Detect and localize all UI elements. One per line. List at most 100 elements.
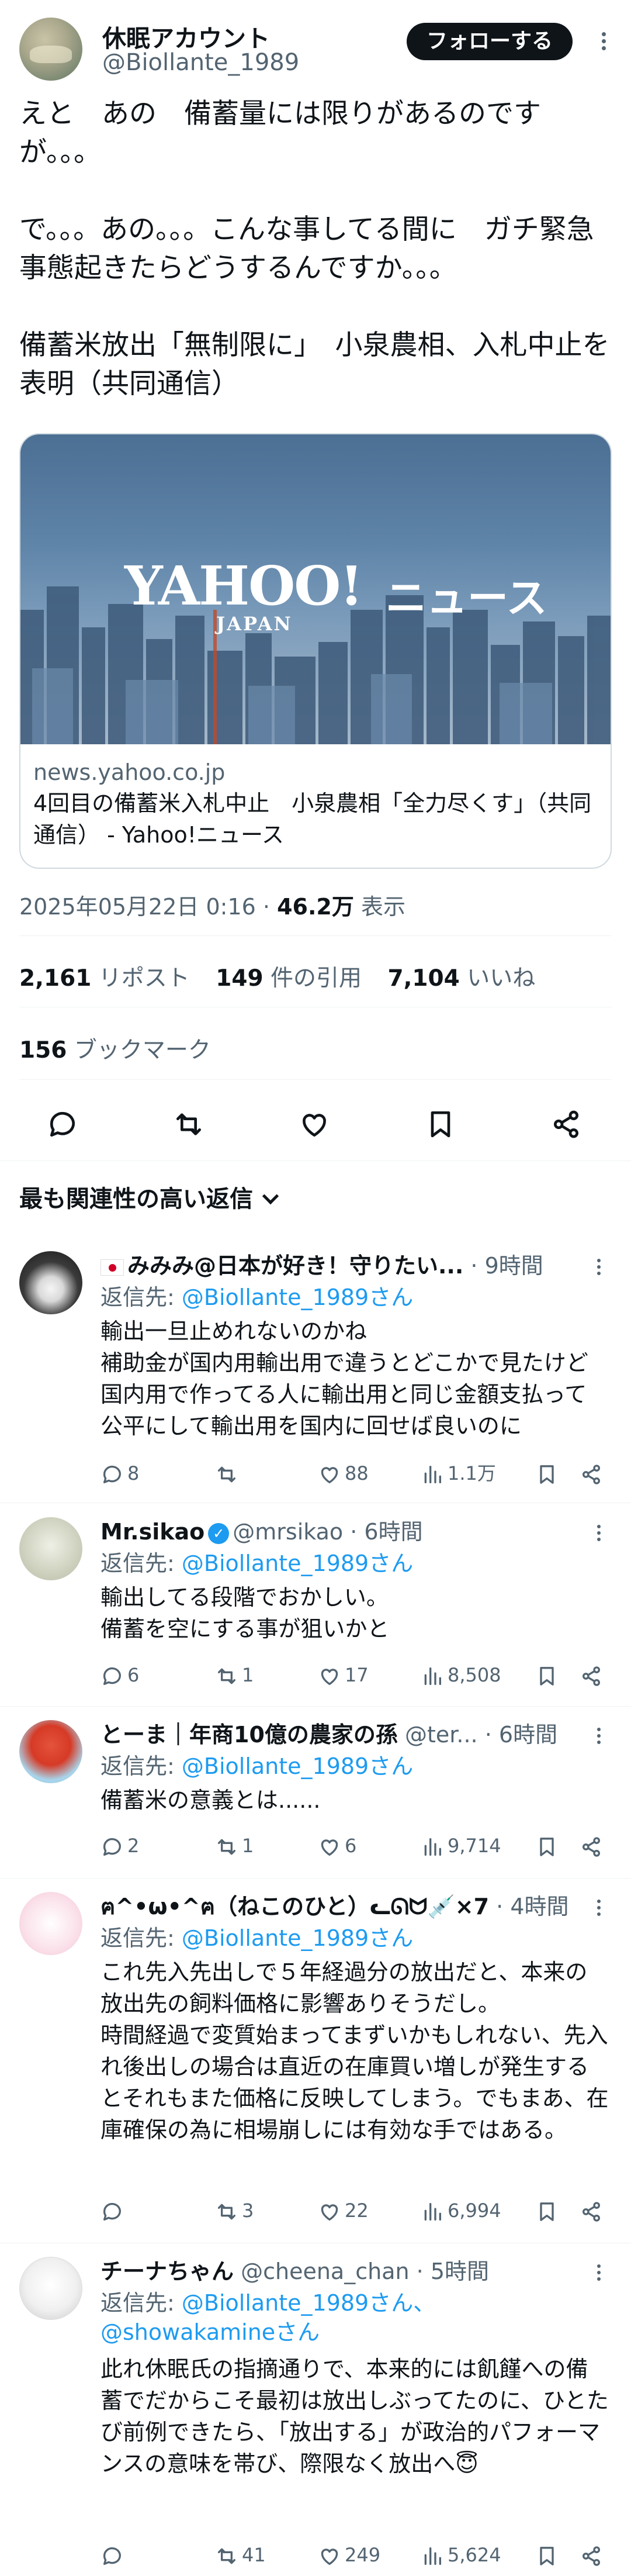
like-icon[interactable] <box>294 1104 335 1145</box>
reply-author-name[interactable]: チーナちゃん <box>100 2259 234 2284</box>
reply-time[interactable]: · 4時間 <box>496 1894 568 1919</box>
views-button[interactable]: 6,994 <box>421 2196 501 2225</box>
like-button[interactable]: 88 <box>318 1459 369 1488</box>
reply-count: 6 <box>127 1664 140 1686</box>
reply-author-name[interactable]: ฅ^•ω•^ฅ（ねこのひと）ᓚᘏᗢ💉×7 <box>100 1894 489 1919</box>
share-icon[interactable] <box>580 1459 606 1488</box>
reply-author-handle[interactable]: @cheena_chan <box>241 2259 409 2284</box>
more-icon[interactable] <box>590 1256 608 1285</box>
repost-count: 1 <box>242 1835 254 1857</box>
reply-item[interactable]: チーナちゃん @cheena_chan · 5時間 返信先: @Biollant… <box>0 2257 631 2572</box>
reply-item[interactable]: Mr.sikao ✓ @mrsikao · 6時間 返信先: @Biollante_… <box>0 1517 631 1693</box>
reply-to-mention[interactable]: @Biollante_1989さん <box>182 1925 413 1951</box>
repost-icon <box>218 2204 235 2220</box>
avatar[interactable] <box>19 18 82 81</box>
reply-author-handle[interactable]: @mrsikao <box>233 1519 343 1545</box>
reply-time[interactable]: · 6時間 <box>485 1722 557 1748</box>
reply-count-button[interactable] <box>100 2196 127 2225</box>
author-display-name[interactable]: 休眠アカウント <box>102 19 270 54</box>
views-button[interactable]: 1.1万 <box>421 1459 496 1488</box>
reply-count-button[interactable]: 6 <box>100 1660 139 1690</box>
reply-icon[interactable] <box>42 1104 83 1145</box>
more-icon[interactable] <box>590 1522 608 1551</box>
bookmark-icon[interactable] <box>535 1660 562 1690</box>
divider <box>0 1706 631 1707</box>
like-button[interactable]: 6 <box>318 1831 356 1860</box>
reply-avatar[interactable] <box>19 2257 82 2320</box>
reply-icon <box>103 1465 121 1483</box>
repost-button[interactable] <box>215 1459 242 1488</box>
views-button[interactable]: 8,508 <box>421 1660 501 1690</box>
reply-avatar[interactable] <box>19 1720 82 1783</box>
more-icon[interactable] <box>590 2261 608 2291</box>
like-icon <box>321 1669 338 1685</box>
share-icon[interactable] <box>580 2540 606 2570</box>
more-icon[interactable] <box>590 1897 608 1926</box>
repost-button[interactable]: 3 <box>215 2196 254 2225</box>
replies-sort-label: 最も関連性の高い返信 <box>19 1186 253 1213</box>
repost-icon <box>218 2548 235 2564</box>
reply-time-text: 5時間 <box>430 2259 490 2284</box>
reposts-stat[interactable]: 2,161 リポスト <box>19 965 190 992</box>
repost-button[interactable]: 1 <box>215 1831 254 1860</box>
reply-count-button[interactable]: 2 <box>100 1831 139 1860</box>
author-handle[interactable]: @Biollante_1989 <box>102 49 299 76</box>
views-button[interactable]: 5,624 <box>421 2540 501 2570</box>
reply-author-handle[interactable]: @ter... <box>405 1722 478 1748</box>
follow-button[interactable]: フォローする <box>407 23 573 60</box>
bookmarks-stat[interactable]: 156 ブックマーク <box>19 1032 211 1065</box>
repost-button[interactable]: 41 <box>215 2540 266 2570</box>
reply-author-name[interactable]: とーま｜年商10億の農家の孫 <box>100 1722 398 1748</box>
bookmark-icon[interactable] <box>535 2540 562 2570</box>
like-button[interactable]: 17 <box>318 1660 369 1690</box>
reply-count-button[interactable] <box>100 2540 127 2570</box>
more-icon[interactable] <box>590 1725 608 1754</box>
reply-to-mention[interactable]: @Biollante_1989さん <box>182 1551 413 1576</box>
timestamp-text[interactable]: 2025年05月22日 0:16 <box>19 894 256 920</box>
share-icon[interactable] <box>546 1104 587 1145</box>
reply-item[interactable]: とーま｜年商10億の農家の孫 @ter... · 6時間 返信先: @Bioll… <box>0 1720 631 1872</box>
bookmark-icon[interactable] <box>535 1459 562 1488</box>
reply-time[interactable]: · 9時間 <box>470 1253 543 1279</box>
repost-count: 41 <box>242 2544 266 2566</box>
divider <box>0 1878 631 1879</box>
reply-author-name[interactable]: みみみ@日本が好き！守りたい... <box>127 1253 463 1279</box>
share-icon[interactable] <box>580 2196 606 2225</box>
reply-item[interactable]: みみみ@日本が好き！守りたい... · 9時間 返信先: @Biollante_… <box>0 1251 631 1497</box>
repost-icon[interactable] <box>168 1104 209 1145</box>
likes-stat[interactable]: 7,104 いいね <box>387 965 535 992</box>
quotes-count: 149 <box>216 965 264 992</box>
reply-avatar[interactable] <box>19 1251 82 1314</box>
link-card[interactable]: YAHOO! JAPAN ニュース news.yahoo.co.jp 4回目の備… <box>19 433 612 869</box>
reply-author-name[interactable]: Mr.sikao <box>100 1519 204 1545</box>
repost-button[interactable]: 1 <box>215 1660 254 1690</box>
japan-flag-icon <box>100 1259 124 1276</box>
repost-count: 1 <box>242 1664 254 1686</box>
views-icon <box>424 1667 441 1685</box>
like-button[interactable]: 249 <box>318 2540 380 2570</box>
bookmark-icon[interactable] <box>535 2196 562 2225</box>
reply-count-button[interactable]: 8 <box>100 1459 139 1488</box>
reply-header: チーナちゃん @cheena_chan · 5時間 <box>100 2257 591 2286</box>
verified-badge-icon: ✓ <box>208 1522 230 1544</box>
reply-to-mention[interactable]: @Biollante_1989さん <box>182 1753 413 1779</box>
bookmark-icon[interactable] <box>420 1104 461 1145</box>
views-button[interactable]: 9,714 <box>421 1831 501 1860</box>
share-icon[interactable] <box>580 1660 606 1690</box>
reply-item[interactable]: ฅ^•ω•^ฅ（ねこのひと）ᓚᘏᗢ💉×7 · 4時間 返信先: @Biollan… <box>0 1892 631 2231</box>
reply-avatar[interactable] <box>19 1517 82 1580</box>
chevron-down-icon <box>262 1187 279 1205</box>
like-icon <box>321 2204 338 2221</box>
more-icon[interactable] <box>595 29 612 58</box>
reply-header: とーま｜年商10億の農家の孫 @ter... · 6時間 <box>100 1720 591 1749</box>
reply-avatar[interactable] <box>19 1892 82 1955</box>
bookmark-icon[interactable] <box>535 1831 562 1860</box>
replies-sort-dropdown[interactable]: 最も関連性の高い返信 <box>19 1180 279 1214</box>
reply-text: 輸出してる段階でおかしい。 備蓄を空にする事が狙いかと <box>100 1584 390 1642</box>
reply-time[interactable]: · 6時間 <box>350 1519 422 1545</box>
quotes-stat[interactable]: 149 件の引用 <box>216 965 362 992</box>
like-button[interactable]: 22 <box>318 2196 369 2225</box>
reply-to-mention[interactable]: @Biollante_1989さん <box>182 1284 413 1310</box>
share-icon[interactable] <box>580 1831 606 1860</box>
reply-time[interactable]: · 5時間 <box>417 2259 489 2284</box>
